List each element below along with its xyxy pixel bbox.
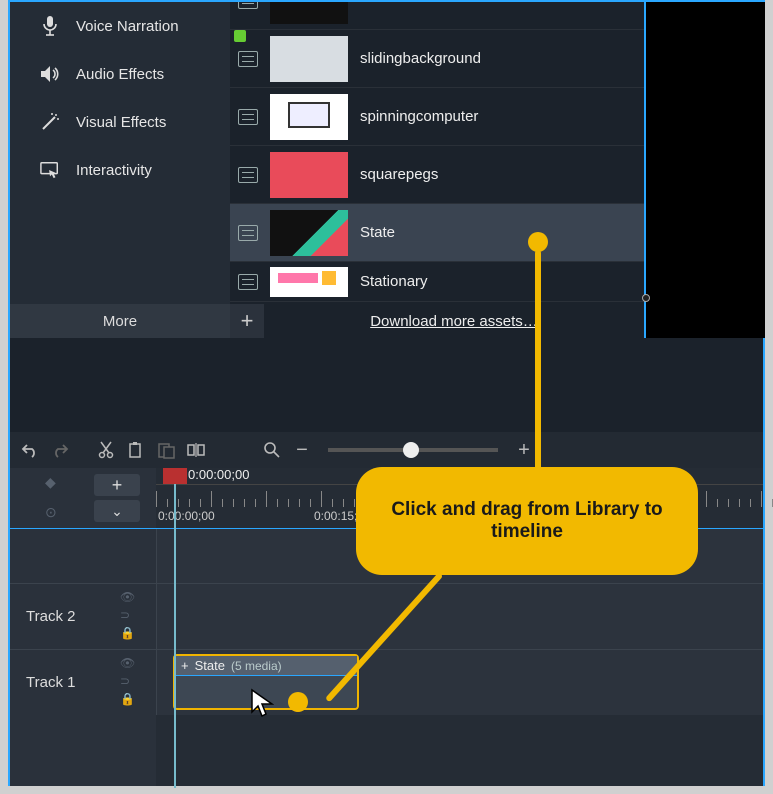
zoom-in-button[interactable]: + (512, 438, 536, 462)
plus-icon: + (518, 439, 530, 462)
group-icon (238, 2, 258, 9)
library-row[interactable]: slidingbackground (230, 30, 644, 88)
asset-label: spinningcomputer (360, 108, 478, 125)
zoom-slider-thumb[interactable] (403, 442, 419, 458)
tools-sidebar: Voice Narration Audio Effects Visual Eff… (10, 2, 230, 338)
library-row[interactable]: squarepegs (230, 146, 644, 204)
cursor-icon (250, 688, 274, 721)
minus-icon: − (296, 439, 308, 462)
snap-icon[interactable]: ⊙ (45, 504, 61, 520)
cut-button[interactable] (94, 438, 118, 462)
add-track-button[interactable]: + (94, 474, 140, 496)
track-lane[interactable]: + State (5 media) (156, 650, 763, 715)
mic-icon (40, 16, 60, 36)
asset-label: squarepegs (360, 166, 438, 183)
asset-label: State (360, 224, 395, 241)
asset-label: Stationary (360, 273, 428, 290)
sidebar-item-label: Interactivity (76, 162, 152, 179)
clip-meta: (5 media) (231, 659, 282, 673)
library-row-selected[interactable]: State (230, 204, 644, 262)
preview-canvas[interactable] (644, 2, 765, 338)
zoom-search-icon[interactable] (260, 438, 284, 462)
plus-icon: + (241, 308, 254, 334)
sidebar-item-label: Visual Effects (76, 114, 166, 131)
clip-expand-icon[interactable]: + (181, 658, 189, 673)
divider-area (10, 338, 763, 432)
library-row[interactable]: spinningcomputer (230, 88, 644, 146)
redo-button[interactable] (48, 438, 72, 462)
sidebar-item-interactivity[interactable]: Interactivity (10, 146, 230, 194)
expand-tracks-button[interactable]: ⌄ (94, 500, 140, 522)
chevron-down-icon: ⌄ (111, 503, 123, 520)
callout-anchor-dot (288, 692, 308, 712)
library-row[interactable] (230, 2, 644, 30)
asset-thumbnail (270, 267, 348, 297)
app-window: Voice Narration Audio Effects Visual Eff… (8, 0, 765, 786)
asset-thumbnail (270, 94, 348, 140)
callout-text: Click and drag from Library to timeline (384, 499, 670, 543)
sidebar-item-voice-narration[interactable]: Voice Narration (10, 2, 230, 50)
undo-button[interactable] (18, 438, 42, 462)
track-controls[interactable]: 👁 ⊃ 🔒 (120, 656, 150, 706)
timeline-toolbar: − + (10, 432, 763, 468)
download-assets-link[interactable]: Download more assets… (264, 313, 644, 330)
clip-name: State (195, 658, 225, 673)
interact-icon (40, 160, 60, 180)
group-icon (238, 51, 258, 67)
playhead-handle[interactable] (163, 468, 187, 484)
magnet-icon[interactable]: ⊃ (120, 674, 150, 688)
lock-icon[interactable]: 🔒 (120, 626, 150, 640)
zoom-slider[interactable] (328, 448, 498, 452)
asset-thumbnail (270, 210, 348, 256)
asset-thumbnail (270, 152, 348, 198)
add-asset-button[interactable]: + (230, 304, 264, 338)
library-panel: slidingbackground spinningcomputer squar… (230, 2, 644, 304)
track-row[interactable]: Track 1 👁 ⊃ 🔒 + State (5 media) (10, 649, 763, 715)
clip-header: + State (5 media) (175, 656, 357, 676)
track-label: Track 2 (26, 584, 116, 649)
callout-connector (535, 250, 541, 475)
track-row[interactable]: Track 2 👁 ⊃ 🔒 (10, 583, 763, 649)
library-footer: + Download more assets… (230, 304, 644, 338)
ruler-label: 0:00:00;00 (158, 509, 215, 523)
zoom-out-button[interactable]: − (290, 438, 314, 462)
callout-anchor-dot (528, 232, 548, 252)
group-icon (238, 109, 258, 125)
copy-button[interactable] (124, 438, 148, 462)
speaker-icon (40, 64, 60, 84)
paste-button[interactable] (154, 438, 178, 462)
group-icon (238, 274, 258, 290)
asset-thumbnail (270, 2, 348, 24)
sidebar-item-label: Voice Narration (76, 18, 179, 35)
group-icon (238, 225, 258, 241)
playhead-time: 0:00:00;00 (188, 467, 249, 482)
asset-thumbnail (270, 36, 348, 82)
split-button[interactable] (184, 438, 208, 462)
track-controls[interactable]: 👁 ⊃ 🔒 (120, 590, 150, 640)
magnet-icon[interactable]: ⊃ (120, 608, 150, 622)
more-label: More (103, 313, 137, 330)
sidebar-item-audio-effects[interactable]: Audio Effects (10, 50, 230, 98)
track-lane[interactable] (156, 584, 763, 649)
wand-icon (40, 112, 60, 132)
marker-icon[interactable]: ◆ (45, 474, 61, 490)
library-row[interactable]: Stationary (230, 262, 644, 302)
eye-icon[interactable]: 👁 (120, 590, 150, 604)
resize-handle[interactable] (642, 294, 650, 302)
asset-label: slidingbackground (360, 50, 481, 67)
track-label: Track 1 (26, 650, 116, 715)
playhead[interactable]: 0:00:00;00 (174, 468, 176, 788)
sidebar-item-label: Audio Effects (76, 66, 164, 83)
sidebar-more-button[interactable]: More (10, 304, 230, 338)
group-icon (238, 167, 258, 183)
instruction-callout: Click and drag from Library to timeline (356, 467, 698, 575)
eye-icon[interactable]: 👁 (120, 656, 150, 670)
plus-icon: + (112, 475, 123, 496)
lock-icon[interactable]: 🔒 (120, 692, 150, 706)
sidebar-item-visual-effects[interactable]: Visual Effects (10, 98, 230, 146)
